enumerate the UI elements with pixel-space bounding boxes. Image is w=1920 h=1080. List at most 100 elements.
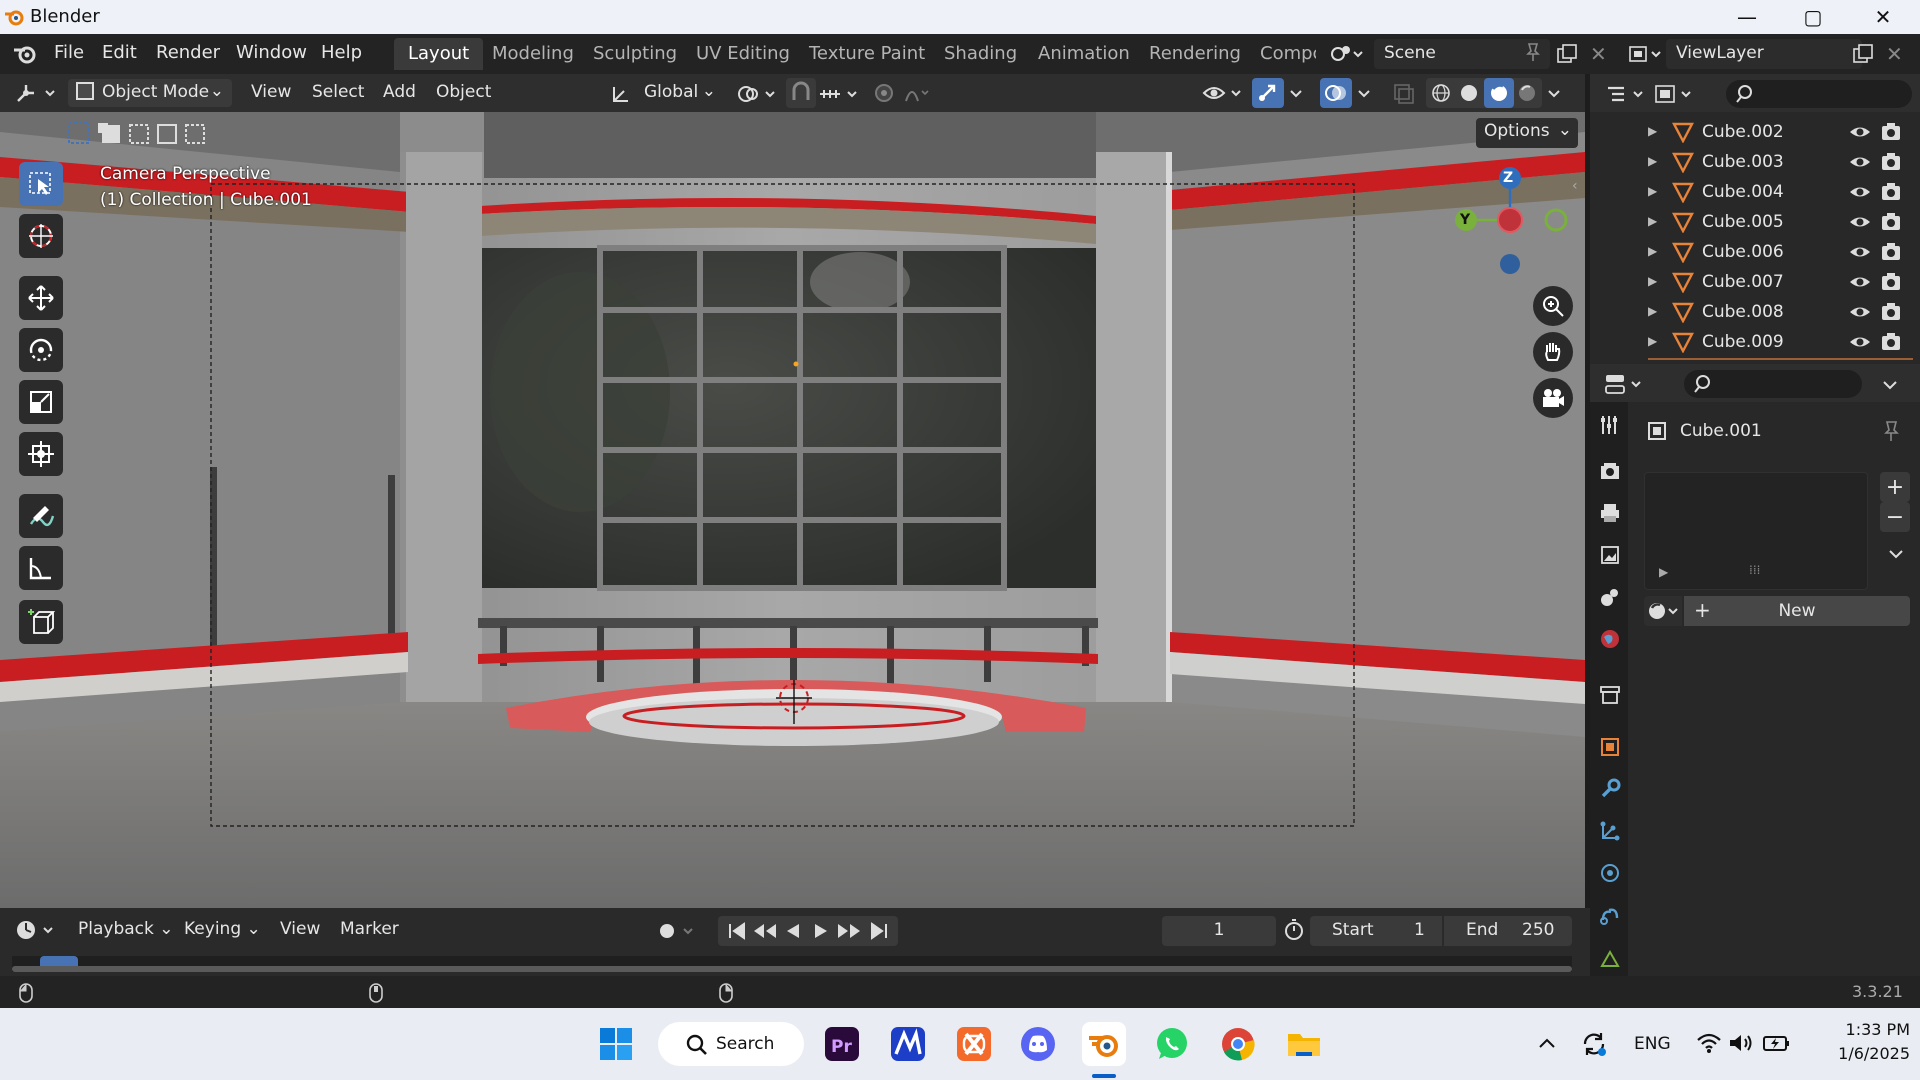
timeline-ruler[interactable] xyxy=(12,956,1572,972)
pin-icon[interactable] xyxy=(1524,42,1542,62)
playback-menu[interactable]: Playback ⌄ xyxy=(70,916,182,944)
overlay-toggle-icon[interactable] xyxy=(1320,78,1352,108)
chrome-icon[interactable] xyxy=(1216,1022,1260,1066)
delete-scene-icon[interactable]: ✕ xyxy=(1590,42,1607,66)
end-frame-field[interactable]: End 250 xyxy=(1444,916,1572,946)
eye-icon[interactable] xyxy=(1848,333,1872,351)
eye-icon[interactable] xyxy=(1848,243,1872,261)
language-indicator[interactable]: ENG xyxy=(1634,1034,1671,1054)
expand-triangle-icon[interactable]: ▶ xyxy=(1648,244,1657,258)
visibility-icon[interactable] xyxy=(1202,81,1246,105)
chevron-up-icon[interactable] xyxy=(1537,1034,1557,1054)
outliner-item[interactable]: ▶ Cube.009 xyxy=(1648,328,1913,358)
outliner-search-input[interactable] xyxy=(1726,80,1912,108)
menu-help[interactable]: Help xyxy=(321,42,362,63)
expand-triangle-icon[interactable]: ▶ xyxy=(1648,214,1657,228)
camera-render-icon[interactable] xyxy=(1880,272,1902,292)
collection-tab-icon[interactable] xyxy=(1599,684,1621,706)
add-slot-button[interactable]: + xyxy=(1880,472,1910,502)
scene-selector[interactable]: Scene xyxy=(1374,39,1550,69)
sidebar-toggle-icon[interactable]: ‹ xyxy=(1572,178,1578,194)
expand-triangle-icon[interactable]: ▶ xyxy=(1659,565,1668,579)
transform-orientation[interactable]: Global ⌄ xyxy=(606,79,722,107)
select-menu[interactable]: Select xyxy=(304,79,372,107)
expand-triangle-icon[interactable]: ▶ xyxy=(1648,334,1657,348)
maximize-button[interactable]: ▢ xyxy=(1784,0,1842,34)
windows-start-icon[interactable] xyxy=(594,1022,638,1066)
object-menu[interactable]: Object xyxy=(428,79,499,107)
tab-sculpting[interactable]: Sculpting xyxy=(579,38,691,70)
viewlayer-selector[interactable]: ViewLayer xyxy=(1666,39,1862,69)
tab-uv-editing[interactable]: UV Editing xyxy=(682,38,804,70)
keying-menu[interactable]: Keying ⌄ xyxy=(176,916,269,944)
tool-tab-icon[interactable] xyxy=(1599,414,1621,436)
expand-triangle-icon[interactable]: ▶ xyxy=(1648,184,1657,198)
slot-specials-icon[interactable] xyxy=(1886,544,1906,564)
camera-render-icon[interactable] xyxy=(1880,242,1902,262)
gizmo-chevron-icon[interactable] xyxy=(1288,82,1304,104)
add-cube-tool-icon[interactable] xyxy=(19,600,63,644)
blender-menu-icon[interactable] xyxy=(12,43,38,65)
close-button[interactable]: ✕ xyxy=(1854,0,1912,34)
constraints-tab-icon[interactable] xyxy=(1599,904,1621,926)
start-frame-field[interactable]: Start 1 xyxy=(1310,916,1442,946)
pan-hand-icon[interactable] xyxy=(1533,332,1573,372)
eye-icon[interactable] xyxy=(1848,123,1872,141)
camera-render-icon[interactable] xyxy=(1880,152,1902,172)
select-box-tool-icon[interactable] xyxy=(19,162,63,206)
annotate-tool-icon[interactable] xyxy=(19,494,63,538)
camera-render-icon[interactable] xyxy=(1880,302,1902,322)
timeline-view-menu[interactable]: View xyxy=(272,916,328,944)
timeline-editor-icon[interactable] xyxy=(14,918,58,942)
object-tab-icon[interactable] xyxy=(1599,736,1621,758)
expand-triangle-icon[interactable]: ▶ xyxy=(1648,154,1657,168)
clock-date[interactable]: 1/6/2025 xyxy=(1810,1044,1910,1063)
pin-icon[interactable] xyxy=(1882,420,1902,442)
tab-compositing[interactable]: Compc xyxy=(1246,38,1316,70)
stopwatch-icon[interactable] xyxy=(1282,918,1306,942)
select-mode-icons[interactable] xyxy=(66,120,212,146)
eye-icon[interactable] xyxy=(1848,303,1872,321)
outliner-item[interactable]: ▶ Cube.004 xyxy=(1648,178,1913,208)
timeline-scrollbar[interactable] xyxy=(12,966,1572,972)
xampp-icon[interactable] xyxy=(952,1022,996,1066)
modifier-tab-icon[interactable] xyxy=(1599,778,1621,800)
current-frame-field[interactable]: 1 xyxy=(1162,916,1276,946)
options-dropdown[interactable]: Options ⌄ xyxy=(1476,118,1578,148)
rotate-tool-icon[interactable] xyxy=(19,328,63,372)
zoom-icon[interactable] xyxy=(1533,286,1573,326)
camera-render-icon[interactable] xyxy=(1880,212,1902,232)
material-slot-list[interactable]: ▶ ⁞⁞⁞ xyxy=(1644,472,1868,590)
jump-keyframe-back-icon[interactable] xyxy=(752,920,778,942)
battery-icon[interactable] xyxy=(1762,1032,1792,1054)
file-explorer-icon[interactable] xyxy=(1282,1022,1326,1066)
menu-file[interactable]: File xyxy=(54,42,84,63)
expand-triangle-icon[interactable]: ▶ xyxy=(1648,304,1657,318)
tab-layout[interactable]: Layout xyxy=(394,38,484,70)
measure-tool-icon[interactable] xyxy=(19,546,63,590)
eye-icon[interactable] xyxy=(1848,153,1872,171)
volume-icon[interactable] xyxy=(1728,1032,1754,1054)
premiere-pro-icon[interactable]: Pr xyxy=(820,1022,864,1066)
scale-tool-icon[interactable] xyxy=(19,380,63,424)
taskbar-search[interactable]: Search xyxy=(658,1022,804,1066)
pivot-icon[interactable] xyxy=(736,82,780,106)
tab-rendering[interactable]: Rendering xyxy=(1135,38,1255,70)
jump-keyframe-forward-icon[interactable] xyxy=(836,920,862,942)
resize-handle-icon[interactable]: ⁞⁞⁞ xyxy=(1749,563,1760,577)
tab-animation[interactable]: Animation xyxy=(1024,38,1144,70)
playhead[interactable] xyxy=(40,956,78,966)
proportional-edit-icon[interactable] xyxy=(872,81,932,105)
shading-chevron-icon[interactable] xyxy=(1546,82,1562,104)
eye-icon[interactable] xyxy=(1848,183,1872,201)
move-tool-icon[interactable] xyxy=(19,276,63,320)
snap-toggle-icon[interactable] xyxy=(786,78,816,108)
camera-render-icon[interactable] xyxy=(1880,122,1902,142)
outliner-item[interactable]: ▶ Cube.008 xyxy=(1648,298,1913,328)
play-reverse-icon[interactable] xyxy=(782,920,804,942)
outliner-item[interactable]: ▶ Cube.003 xyxy=(1648,148,1913,178)
app-m-icon[interactable] xyxy=(886,1022,930,1066)
gizmo-toggle-icon[interactable] xyxy=(1252,78,1284,108)
outliner-item[interactable]: ▶ Cube.006 xyxy=(1648,238,1913,268)
snap-target-icon[interactable] xyxy=(818,82,862,106)
